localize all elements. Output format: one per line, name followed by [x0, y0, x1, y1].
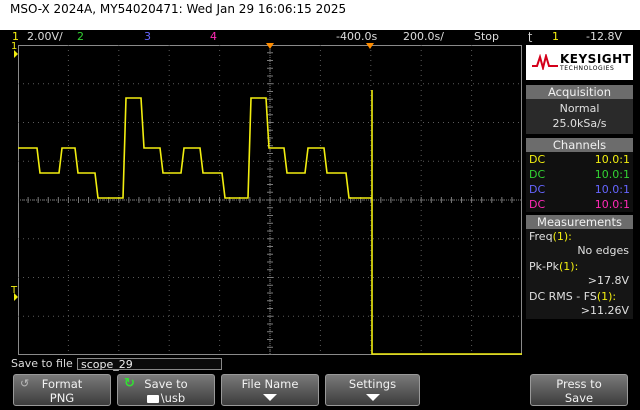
- softkey-bar: ↺ Format PNG ↻ Save to \usb File Name Se…: [0, 372, 640, 410]
- entry-knob-icon: ↺: [20, 377, 30, 390]
- trigger-level[interactable]: -12.8V: [586, 30, 622, 43]
- entry-knob-green-icon: ↻: [124, 376, 135, 391]
- acquisition-panel: Acquisition Normal 25.0kSa/s: [526, 85, 633, 134]
- acquisition-mode: Normal: [559, 102, 600, 115]
- channel-coupling: DC: [529, 183, 546, 196]
- ch1-scale[interactable]: 2.00V/: [27, 30, 63, 43]
- measurement-value: >17.8V: [587, 274, 629, 287]
- delay-value[interactable]: -400.0s: [336, 30, 377, 43]
- ch4-number[interactable]: 4: [210, 30, 217, 43]
- save-to-softkey[interactable]: ↻ Save to \usb: [117, 374, 215, 406]
- settings-softkey[interactable]: Settings: [325, 374, 420, 406]
- brand-sub: TECHNOLOGIES: [560, 65, 615, 72]
- channel-row-2: DC 10.0:1: [526, 167, 633, 182]
- file-name-softkey[interactable]: File Name: [221, 374, 319, 406]
- measurements-header: Measurements: [526, 215, 633, 229]
- save-label: Save to file =: [11, 357, 86, 370]
- channel-row-3: DC 10.0:1: [526, 182, 633, 197]
- measurement-label: Freq(1):: [529, 230, 572, 243]
- channel-coupling: DC: [529, 153, 546, 166]
- ch3-number[interactable]: 3: [144, 30, 151, 43]
- channels-panel: Channels DC 10.0:1 DC 10.0:1 DC 10.0:1 DC 10.0:…: [526, 138, 633, 212]
- graticule: [18, 45, 522, 355]
- measurement-value: >11.26V: [580, 304, 629, 317]
- channels-header: Channels: [526, 138, 633, 152]
- waveform-display[interactable]: [18, 45, 522, 355]
- submenu-arrow-icon: [365, 394, 380, 401]
- channel-row-1: DC 10.0:1: [526, 152, 633, 167]
- measurement-value: No edges: [577, 244, 629, 257]
- sample-rate: 25.0kSa/s: [552, 117, 607, 130]
- status-bar: 1 2.00V/ 2 3 4 -400.0s 200.0s/ Stop ʈ 1 …: [0, 30, 640, 43]
- keysight-wave-icon: [532, 54, 558, 70]
- brand-name: KEYSIGHT: [560, 52, 632, 66]
- format-softkey[interactable]: ↺ Format PNG: [13, 374, 111, 406]
- press-to-save-softkey[interactable]: Press to Save: [530, 374, 628, 406]
- filename-field[interactable]: scope_29: [77, 358, 222, 371]
- channel-probe-ratio: 10.0:1: [594, 168, 630, 181]
- keysight-logo: KEYSIGHT TECHNOLOGIES: [526, 45, 633, 80]
- timebase-value[interactable]: 200.0s/: [403, 30, 444, 43]
- trigger-icon: ʈ: [528, 30, 533, 43]
- channel-probe-ratio: 10.0:1: [594, 198, 630, 211]
- trigger-point-marker-icon: [366, 43, 374, 49]
- usb-icon: [146, 394, 159, 403]
- channel-row-4: DC 10.0:1: [526, 197, 633, 212]
- run-state: Stop: [474, 30, 500, 43]
- acquisition-header: Acquisition: [526, 85, 633, 99]
- title-bar: MSO-X 2024A, MY54020471: Wed Jan 29 16:0…: [0, 0, 640, 30]
- measurements-panel: Measurements Freq(1): No edges Pk-Pk(1): >1…: [526, 215, 633, 319]
- channel-coupling: DC: [529, 168, 546, 181]
- measurement-label: DC RMS - FS(1):: [529, 290, 617, 303]
- measurement-label: Pk-Pk(1):: [529, 260, 579, 273]
- channel-probe-ratio: 10.0:1: [594, 183, 630, 196]
- side-panel: KEYSIGHT TECHNOLOGIES Acquisition Normal…: [526, 45, 633, 355]
- ch2-number[interactable]: 2: [77, 30, 84, 43]
- submenu-arrow-icon: [263, 394, 277, 401]
- channel-coupling: DC: [529, 198, 546, 211]
- channel-probe-ratio: 10.0:1: [594, 153, 630, 166]
- instrument-title: MSO-X 2024A, MY54020471: Wed Jan 29 16:0…: [10, 2, 347, 16]
- delay-marker-icon: [266, 43, 274, 49]
- save-bar: Save to file = scope_29: [0, 357, 640, 371]
- trigger-channel: 1: [552, 30, 559, 43]
